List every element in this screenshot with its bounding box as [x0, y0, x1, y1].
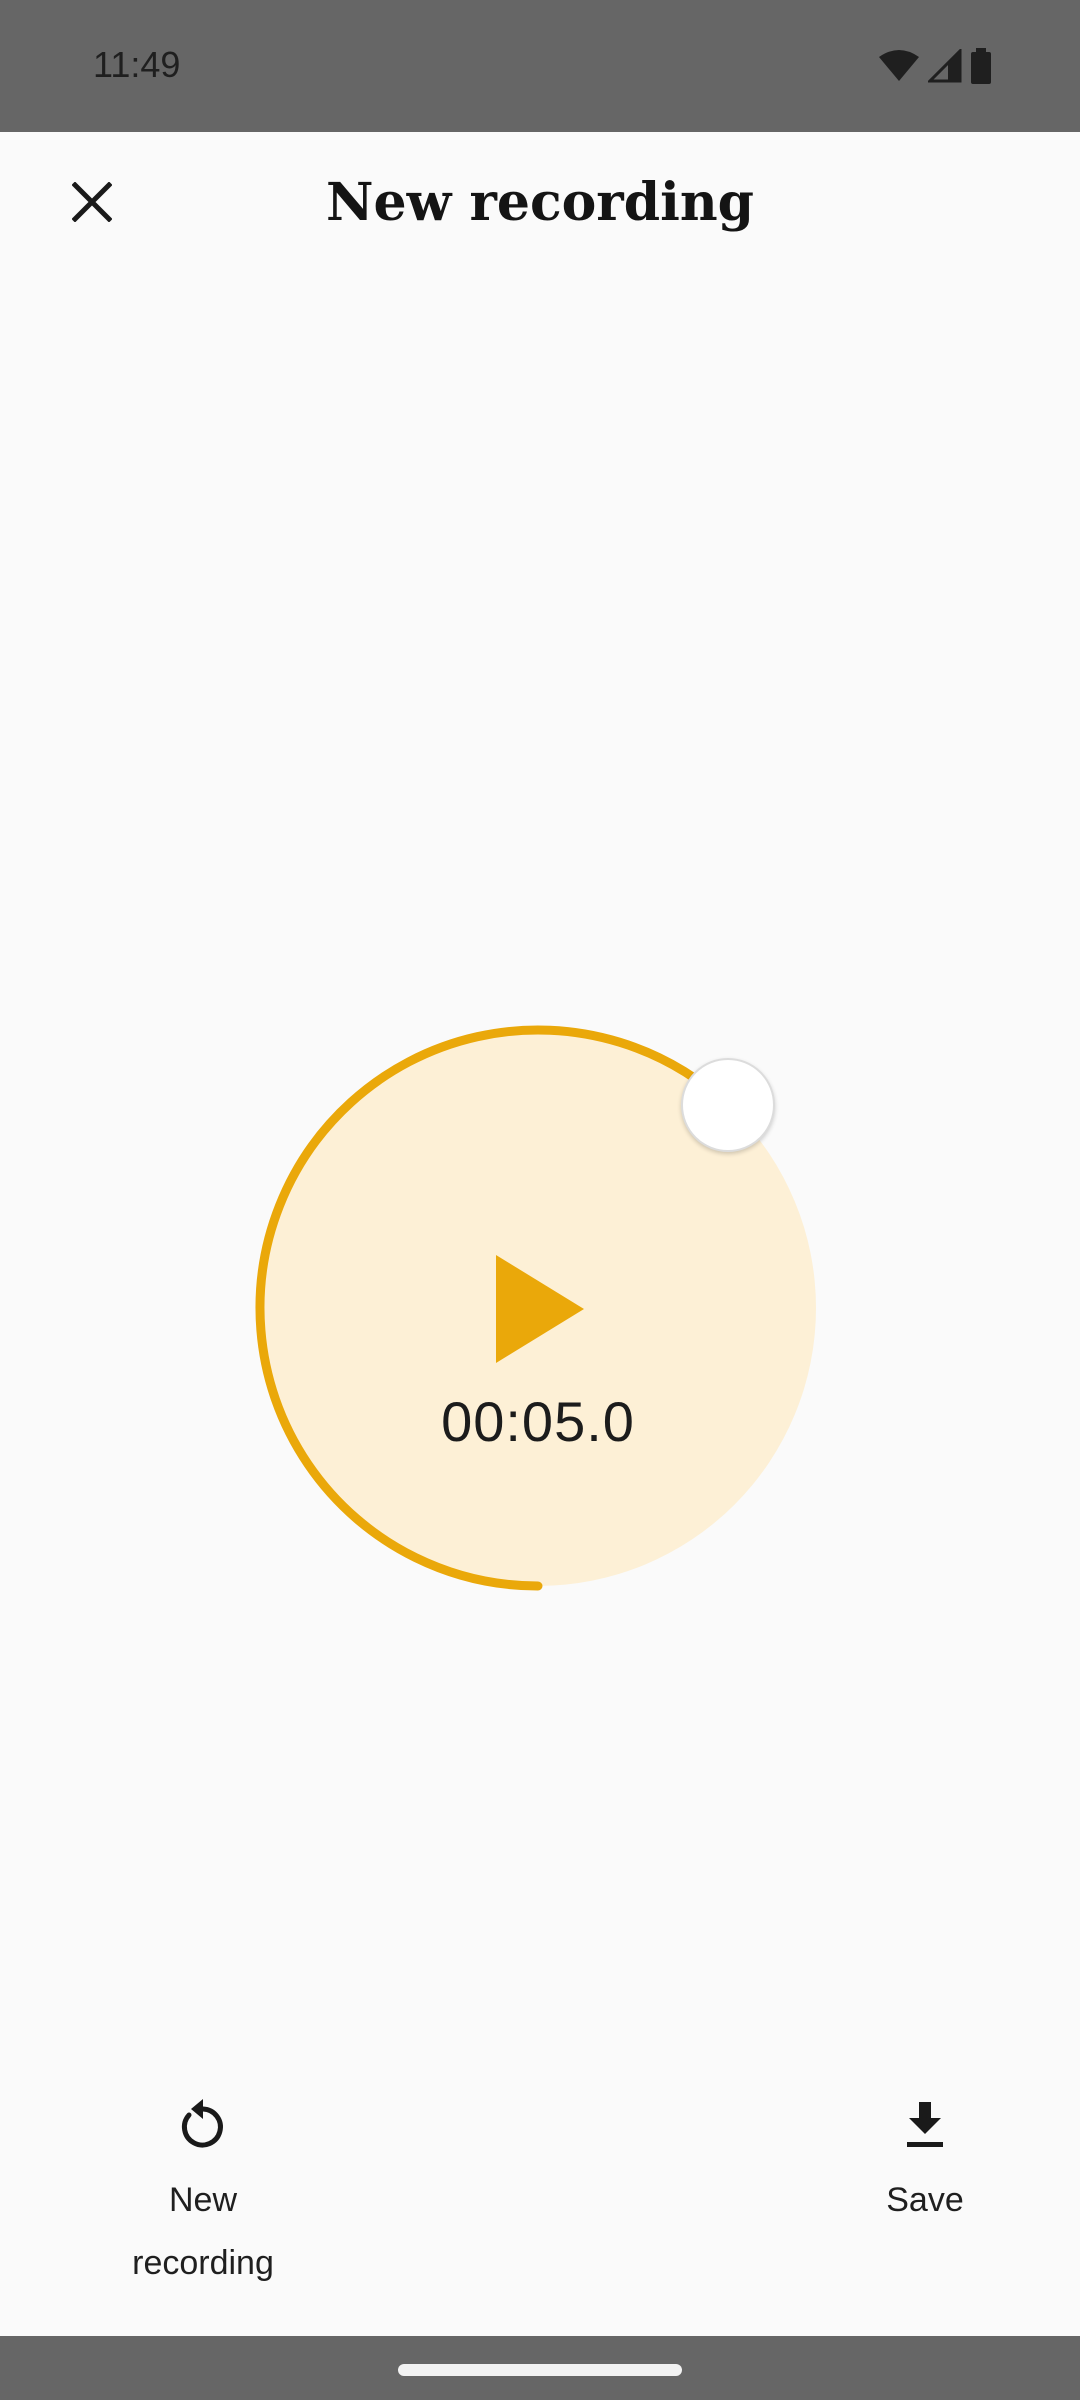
- battery-icon: [970, 48, 992, 84]
- new-recording-label-line1: New: [132, 2169, 274, 2232]
- scrub-handle[interactable]: [681, 1058, 775, 1152]
- navigation-bar: [0, 2336, 1080, 2400]
- playback-dial: 00:05.0: [253, 1023, 823, 1593]
- app-bar: New recording: [0, 132, 1080, 282]
- page-title: New recording: [0, 172, 1080, 233]
- new-recording-label: New recording: [132, 2169, 274, 2295]
- new-recording-label-line2: recording: [132, 2232, 274, 2295]
- play-button[interactable]: [490, 1249, 590, 1369]
- save-button[interactable]: Save: [850, 2095, 1000, 2232]
- playback-time: 00:05.0: [253, 1389, 823, 1454]
- save-label: Save: [886, 2169, 964, 2232]
- download-icon: [895, 2095, 955, 2155]
- new-recording-button[interactable]: New recording: [110, 2095, 296, 2295]
- status-icons: [878, 46, 992, 86]
- home-gesture-handle[interactable]: [398, 2364, 682, 2376]
- wifi-icon: [878, 49, 920, 83]
- play-icon: [490, 1356, 590, 1373]
- status-bar: 11:49: [0, 0, 1080, 132]
- status-time: 11:49: [93, 44, 180, 86]
- cell-signal-icon: [928, 49, 962, 83]
- reset-icon: [173, 2095, 233, 2155]
